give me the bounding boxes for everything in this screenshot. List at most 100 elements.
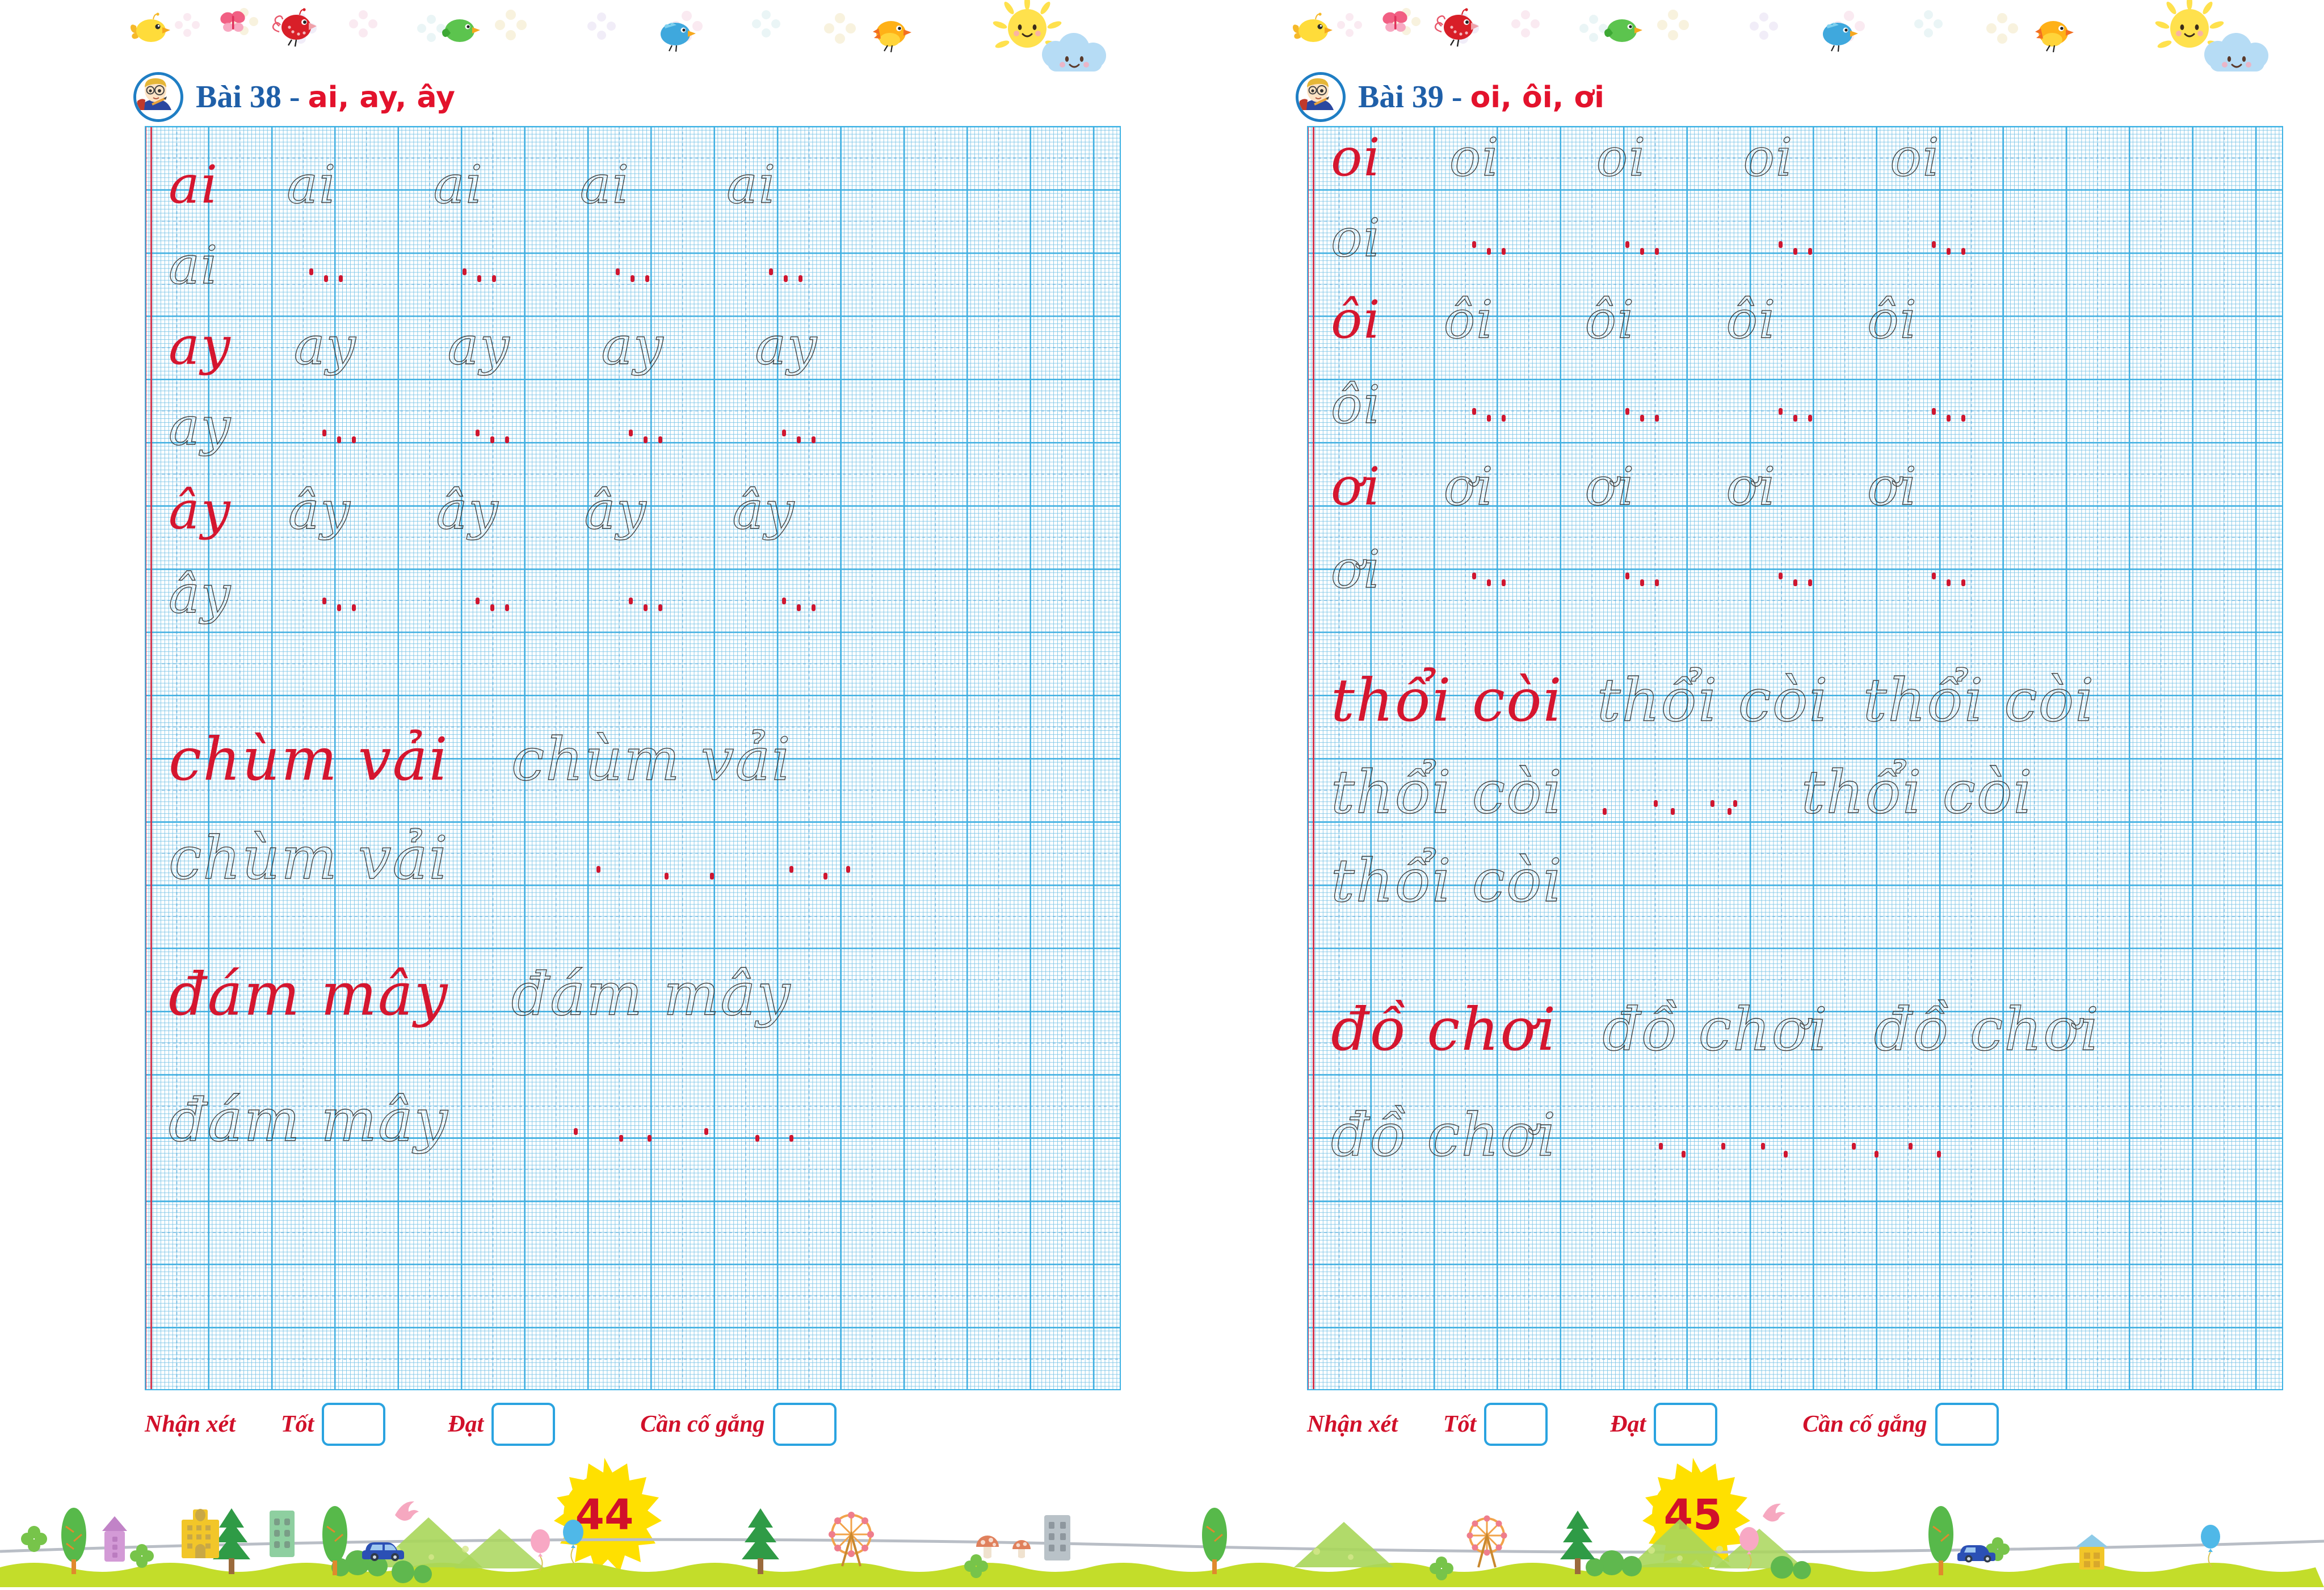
mushroom-icon [1012, 1540, 1031, 1558]
trace-letters: ôi [1867, 289, 1918, 350]
trace-letters: oi [1743, 127, 1794, 188]
rating-label-can-co-gang: Cần cố gắng [640, 1411, 765, 1437]
trace-word: chùm vải [168, 823, 449, 893]
practice-row: oi [1307, 212, 2283, 264]
boy-writing-icon [1296, 72, 1346, 122]
trace-letters: ôi [1726, 289, 1777, 350]
trace-letters: ay [601, 316, 665, 376]
trace-letters: ai [168, 235, 219, 296]
practice-row: ai [145, 239, 1121, 292]
trace-letters: ơi [1443, 456, 1494, 517]
trace-letters: ây [732, 480, 796, 541]
rating-checkbox-tot[interactable] [322, 1403, 386, 1446]
practice-row: thổi còi thổi còi thổi còi [1307, 666, 2283, 735]
practice-row: oi oi oi oi oi [1307, 127, 2283, 188]
trace-word: thổi còi [1330, 846, 1563, 915]
lesson-number-right: Bài 39 - [1358, 79, 1470, 115]
rating-checkbox-can-co-gang[interactable] [772, 1403, 837, 1446]
trace-word: thổi còi [1801, 758, 2033, 827]
practice-row: ay ay ay ay ay [145, 316, 1121, 376]
model-word: đồ chơi [1331, 995, 1557, 1064]
writing-grid-left[interactable]: ai ai ai ai ai ai ay ay ay ay ay ay ây â… [145, 126, 1121, 1390]
practice-row: ai ai ai ai ai [145, 154, 1121, 215]
trace-letters: ay [293, 316, 357, 376]
building-yellow-icon [182, 1509, 219, 1558]
trace-word: chùm vải [511, 725, 792, 794]
trace-letters: oi [1330, 208, 1381, 268]
trace-letters: ai [433, 154, 484, 215]
trace-letters: ôi [1330, 375, 1381, 435]
cloud-smiling-icon [1042, 33, 1106, 71]
rating-checkbox-dat[interactable] [491, 1403, 556, 1446]
trace-word: đồ chơi [1602, 995, 1829, 1064]
cloud-smiling-icon [2204, 33, 2268, 71]
trace-letters: ay [447, 316, 511, 376]
practice-row: đồ chơi [1307, 1105, 2283, 1165]
trace-letters: ơi [1330, 539, 1381, 600]
house-blue-icon [2076, 1534, 2108, 1570]
rating-checkbox-dat[interactable] [1654, 1403, 1718, 1446]
bird-orange-icon [2035, 21, 2074, 53]
rating-label-dat: Đạt [448, 1411, 484, 1437]
trace-word: thổi còi [1330, 758, 1563, 827]
model-letters: ơi [1331, 456, 1381, 517]
lesson-letters-right: oi, ôi, ơi [1470, 81, 1604, 115]
bird-pink-icon [1763, 1503, 1785, 1522]
page-left: Bài 38 - ai, ay, ây ai ai ai ai ai ai ay… [0, 0, 1162, 1587]
trace-letters: ơi [1585, 456, 1636, 517]
writing-grid-right[interactable]: oi oi oi oi oi oi ôi ôi ôi ôi ôi ôi ơi ơ… [1307, 126, 2283, 1390]
practice-row: ơi ơi ơi ơi ơi [1307, 456, 2283, 517]
practice-row: đám mây [145, 1090, 1121, 1150]
lesson-number-left: Bài 38 - [196, 79, 308, 115]
bird-yellow-icon [131, 12, 170, 42]
practice-row: ây [145, 564, 1121, 625]
rating-label-tot: Tốt [1443, 1411, 1477, 1437]
bird-pink-icon [395, 1501, 419, 1521]
bottom-landscape-border [0, 1482, 2324, 1587]
rating-label-tot: Tốt [280, 1411, 314, 1437]
rating-checkbox-tot[interactable] [1484, 1403, 1548, 1446]
trace-word: đám mây [511, 960, 792, 1029]
bird-red-icon [1434, 8, 1479, 47]
evaluation-footer-left: Nhận xét Tốt Đạt Cần cố gắng [145, 1402, 1121, 1447]
practice-row: chùm vải chùm vải [145, 725, 1121, 794]
practice-row: đồ chơi đồ chơi đồ chơi [1307, 995, 2283, 1064]
trace-letters: ây [436, 480, 499, 541]
trace-letters: ây [288, 480, 351, 541]
lesson-title-right: Bài 39 - oi, ôi, ơi [1296, 72, 1604, 122]
practice-row: ay [145, 396, 1121, 457]
bird-green-icon [1604, 19, 1642, 42]
trace-word: thổi còi [1596, 666, 1829, 735]
trace-letters: ôi [1443, 289, 1494, 350]
model-word: chùm vải [169, 725, 449, 794]
trace-letters: ay [168, 396, 232, 457]
trace-letters: ai [287, 154, 337, 215]
model-word: thổi còi [1331, 666, 1563, 735]
trace-letters: ay [755, 316, 818, 376]
trace-word: thổi còi [1863, 666, 2095, 735]
practice-row: ôi ôi ôi ôi ôi [1307, 289, 2283, 350]
model-letters: ây [169, 480, 232, 541]
trace-letters: ai [579, 154, 631, 215]
practice-row: đám mây đám mây [145, 960, 1121, 1029]
model-letters: ay [169, 316, 232, 376]
trace-letters: oi [1890, 127, 1941, 188]
practice-row: thổi còi thổi còi [1307, 758, 2283, 827]
trace-word: đồ chơi [1873, 995, 2100, 1064]
practice-row: ây ây ây ây ây [145, 480, 1121, 541]
car-blue-icon [362, 1542, 404, 1561]
rating-checkbox-can-co-gang[interactable] [1935, 1403, 1999, 1446]
building-grey-icon [1044, 1515, 1070, 1560]
mushroom-icon [976, 1536, 999, 1559]
practice-row: ơi [1307, 539, 2283, 600]
ferris-wheel-icon [1466, 1515, 1507, 1568]
rating-label-can-co-gang: Cần cố gắng [1802, 1411, 1927, 1437]
practice-row: thổi còi [1307, 851, 2283, 910]
model-letters: ôi [1331, 289, 1381, 350]
house-purple-icon [102, 1516, 127, 1562]
lesson-title-left: Bài 38 - ai, ay, ây [133, 72, 455, 122]
trace-letters: ai [726, 154, 777, 215]
bird-orange-icon [873, 21, 911, 53]
bird-yellow-icon [1293, 12, 1333, 42]
trace-letters: ây [168, 564, 232, 625]
